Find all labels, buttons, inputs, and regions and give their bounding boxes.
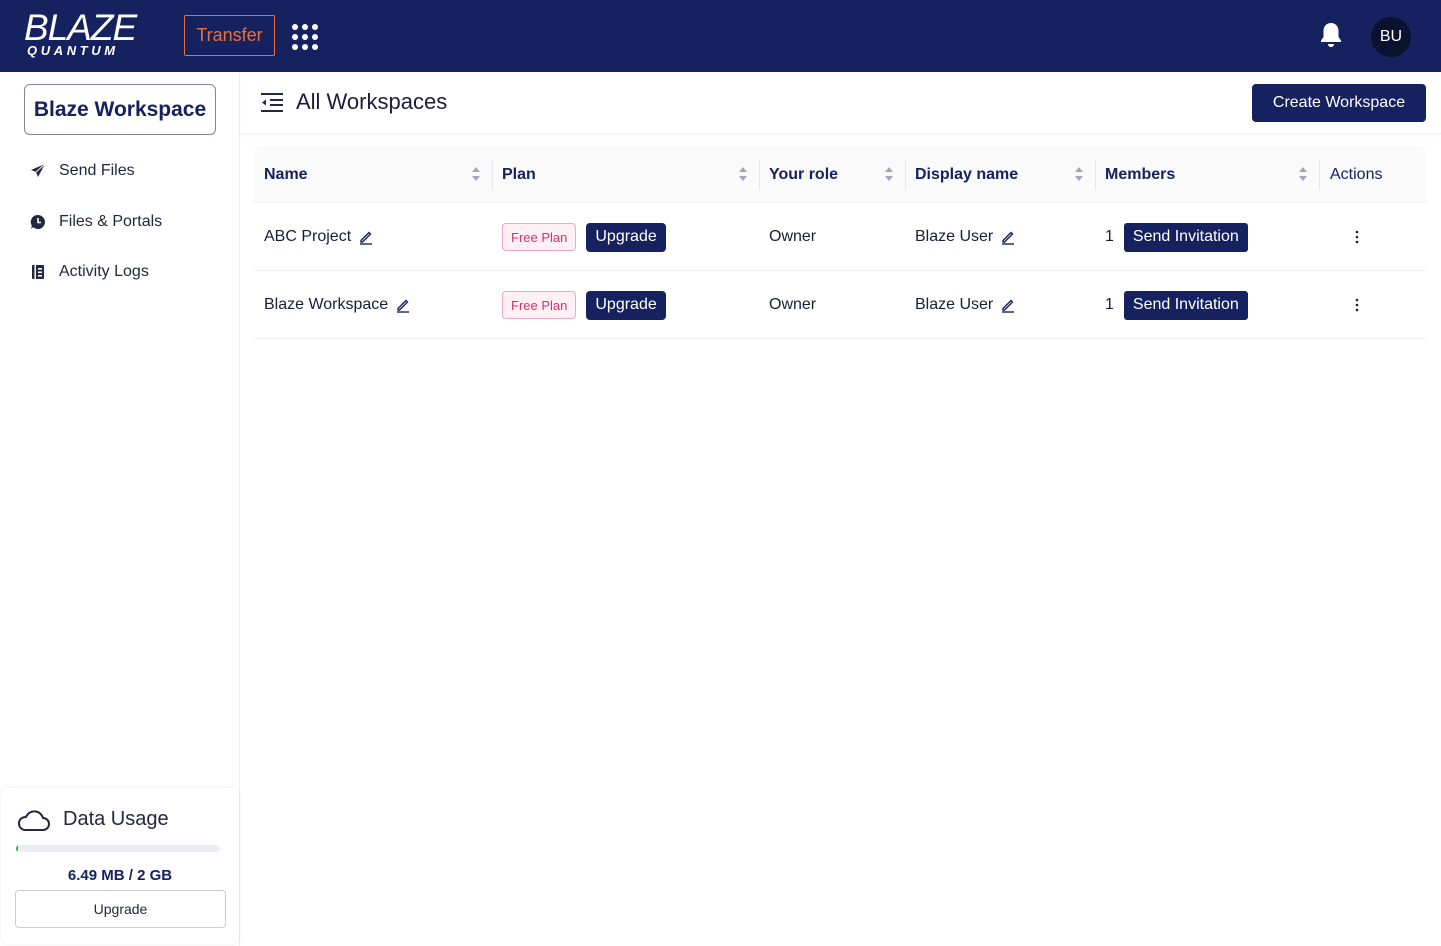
usage-upgrade-button[interactable]: Upgrade xyxy=(15,890,226,928)
sidebar-item-label: Send Files xyxy=(59,162,135,179)
sidebar-item-activity-logs[interactable]: Activity Logs xyxy=(28,258,228,286)
column-header-members[interactable]: Members xyxy=(1105,146,1175,203)
paper-plane-icon xyxy=(28,161,48,181)
column-header-actions: Actions xyxy=(1330,146,1382,203)
edit-pencil-icon[interactable] xyxy=(1000,229,1016,245)
display-name: Blaze User xyxy=(915,296,994,313)
column-label: Name xyxy=(264,165,308,183)
transfer-button[interactable]: Transfer xyxy=(184,15,275,56)
clock-chat-icon xyxy=(28,212,48,232)
cloud-icon xyxy=(17,808,51,832)
upgrade-button[interactable]: Upgrade xyxy=(586,222,666,252)
send-invitation-button[interactable]: Send Invitation xyxy=(1123,222,1248,252)
create-workspace-button[interactable]: Create Workspace xyxy=(1252,84,1426,122)
data-usage-progress-fill xyxy=(16,845,18,852)
column-label: Actions xyxy=(1330,165,1383,183)
column-separator xyxy=(1319,160,1320,190)
main-header: All Workspaces Create Workspace xyxy=(241,72,1441,134)
table-row: Blaze Workspace Free Plan Upgrade Owner … xyxy=(254,271,1426,339)
bell-icon[interactable] xyxy=(1318,21,1344,49)
blaze-quantum-logo[interactable]: BLAZE QUANTUM xyxy=(24,7,162,60)
send-invitation-button[interactable]: Send Invitation xyxy=(1123,290,1248,320)
actions-cell xyxy=(1354,203,1360,271)
column-header-your-role[interactable]: Your role xyxy=(769,146,838,203)
edit-pencil-icon[interactable] xyxy=(395,297,411,313)
log-book-icon xyxy=(28,262,48,282)
table-row: ABC Project Free Plan Upgrade Owner Blaz… xyxy=(254,203,1426,271)
display-name-cell: Blaze User xyxy=(915,271,1016,339)
plan-badge: Free Plan xyxy=(502,223,577,251)
edit-pencil-icon[interactable] xyxy=(358,229,374,245)
logo-sub-text: QUANTUM xyxy=(27,43,119,58)
user-avatar[interactable]: BU xyxy=(1371,17,1411,57)
top-bar: BLAZE QUANTUM Transfer BU xyxy=(0,0,1441,72)
menu-collapse-icon[interactable] xyxy=(260,92,284,112)
sort-icon[interactable] xyxy=(471,166,481,182)
plan-cell: Free Plan Upgrade xyxy=(502,271,666,339)
sort-icon[interactable] xyxy=(884,166,894,182)
column-header-display-name[interactable]: Display name xyxy=(915,146,1018,203)
column-separator xyxy=(759,160,760,190)
column-header-name[interactable]: Name xyxy=(264,146,308,203)
sort-icon[interactable] xyxy=(738,166,748,182)
workspace-name-cell: ABC Project xyxy=(264,203,374,271)
edit-pencil-icon[interactable] xyxy=(1000,297,1016,313)
sort-icon[interactable] xyxy=(1074,166,1084,182)
column-label: Plan xyxy=(502,165,536,183)
column-separator xyxy=(1095,160,1096,190)
data-usage-amount: 6.49 MB / 2 GB xyxy=(67,867,173,884)
workspace-name-cell: Blaze Workspace xyxy=(264,271,411,339)
display-name: Blaze User xyxy=(915,228,994,245)
data-usage-progress-bar xyxy=(16,845,220,852)
role-cell: Owner xyxy=(769,228,817,245)
members-count: 1 xyxy=(1105,296,1114,313)
display-name-cell: Blaze User xyxy=(915,203,1016,271)
sidebar-item-files-portals[interactable]: Files & Portals xyxy=(28,208,228,236)
column-label: Your role xyxy=(769,165,839,183)
workspaces-table: Name Plan Your role Display name Members… xyxy=(254,146,1426,339)
grid-apps-icon[interactable] xyxy=(291,23,319,51)
sidebar-item-send-files[interactable]: Send Files xyxy=(28,157,228,185)
data-usage-card: Data Usage 6.49 MB / 2 GB Upgrade xyxy=(1,788,239,944)
members-count: 1 xyxy=(1105,228,1114,245)
more-options-icon[interactable] xyxy=(1354,230,1360,244)
sidebar-item-label: Files & Portals xyxy=(59,213,163,230)
page-title: All Workspaces xyxy=(296,89,448,114)
column-separator xyxy=(492,160,493,190)
table-header: Name Plan Your role Display name Members… xyxy=(254,146,1426,203)
plan-badge: Free Plan xyxy=(502,291,577,319)
plan-cell: Free Plan Upgrade xyxy=(502,203,666,271)
sidebar-item-label: Activity Logs xyxy=(59,263,149,280)
column-header-plan[interactable]: Plan xyxy=(502,146,536,203)
members-cell: 1 Send Invitation xyxy=(1105,271,1248,339)
more-options-icon[interactable] xyxy=(1354,298,1360,312)
column-label: Members xyxy=(1105,165,1176,183)
workspace-name: ABC Project xyxy=(264,228,352,245)
data-usage-title: Data Usage xyxy=(63,808,169,830)
role-cell: Owner xyxy=(769,296,817,313)
sidebar: Blaze Workspace Send Files Files & Porta… xyxy=(0,72,240,946)
upgrade-button[interactable]: Upgrade xyxy=(586,290,666,320)
sort-icon[interactable] xyxy=(1298,166,1308,182)
column-separator xyxy=(905,160,906,190)
members-cell: 1 Send Invitation xyxy=(1105,203,1248,271)
logo-main-text: BLAZE xyxy=(24,7,137,48)
workspace-switcher[interactable]: Blaze Workspace xyxy=(24,84,216,135)
actions-cell xyxy=(1354,271,1360,339)
column-label: Display name xyxy=(915,165,1019,183)
workspace-name: Blaze Workspace xyxy=(264,296,389,313)
